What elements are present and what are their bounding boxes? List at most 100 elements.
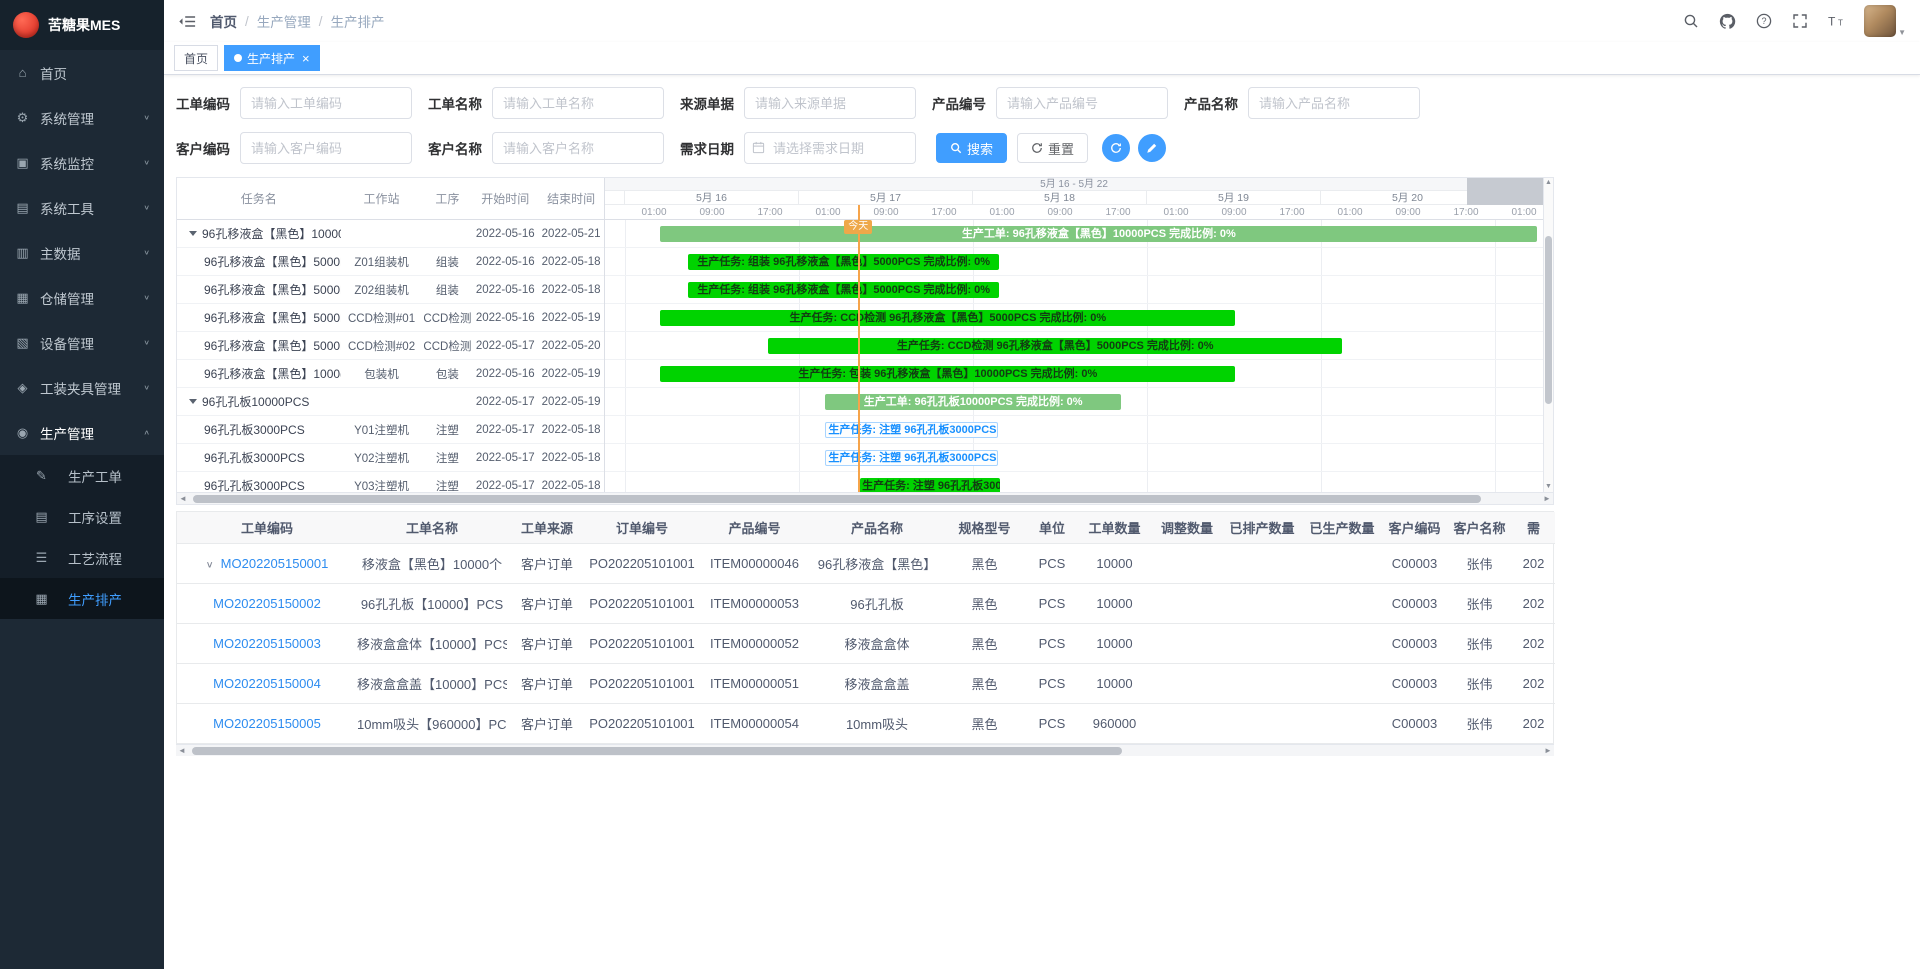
orders-cell: 客户订单	[507, 583, 587, 623]
scroll-up-arrow-icon[interactable]: ▲	[1544, 178, 1553, 188]
sidebar-item-5[interactable]: ▦仓储管理∨	[0, 275, 164, 320]
app-title: 苦糖果MES	[48, 15, 120, 35]
orders-row-3[interactable]: MO202205150004移液盒盒盖【10000】PCS客户订单PO20220…	[177, 663, 1555, 703]
text-input[interactable]	[240, 132, 412, 164]
fullscreen-icon[interactable]	[1792, 13, 1808, 29]
github-icon[interactable]	[1719, 13, 1736, 30]
date-input[interactable]	[744, 132, 916, 164]
text-input[interactable]	[240, 87, 412, 119]
filter-field: 工单编码	[176, 87, 412, 119]
gantt-task-row-4[interactable]: 96孔移液盒【黑色】5000FCCD检测#02CCD检测2022-05-1720…	[177, 332, 604, 360]
gantt-horizontal-scrollbar[interactable]: ◄ ►	[177, 492, 1553, 504]
sidebar-subitem-2[interactable]: ☰工艺流程	[0, 537, 164, 578]
breadcrumb-item-1[interactable]: 生产管理	[257, 11, 311, 31]
sidebar-toggle-icon[interactable]	[178, 14, 196, 29]
orders-row-4[interactable]: MO20220515000510mm吸头【960000】PCS客户订单PO202…	[177, 703, 1555, 743]
text-input[interactable]	[1248, 87, 1420, 119]
sidebar-subitem-1[interactable]: ▤工序设置	[0, 496, 164, 537]
edit-schedule-button[interactable]	[1138, 134, 1166, 162]
gantt-bar-1[interactable]: 生产任务: 组装 96孔移液盒【黑色】5000PCS 完成比例: 0%	[688, 254, 998, 270]
sidebar-item-0[interactable]: ⌂首页	[0, 50, 164, 95]
hour-label: 09:00	[1379, 205, 1437, 220]
orders-cell: PO202205101001	[587, 623, 697, 663]
sidebar-item-2[interactable]: ▣系统监控∨	[0, 140, 164, 185]
collapse-caret-icon[interactable]	[189, 231, 197, 236]
monitor-icon: ▣	[14, 155, 31, 171]
collapse-caret-icon[interactable]	[189, 399, 197, 404]
work-order-link[interactable]: MO202205150002	[213, 596, 321, 611]
work-order-link[interactable]: MO202205150004	[213, 676, 321, 691]
gantt-task-row-3[interactable]: 96孔移液盒【黑色】5000FCCD检测#01CCD检测2022-05-1620…	[177, 304, 604, 332]
horizontal-scrollbar-thumb[interactable]	[193, 495, 1481, 503]
gantt-bar-4[interactable]: 生产任务: CCD检测 96孔移液盒【黑色】5000PCS 完成比例: 0%	[768, 338, 1342, 354]
gantt-task-row-2[interactable]: 96孔移液盒【黑色】5000FZ02组装机组装2022-05-162022-05…	[177, 276, 604, 304]
avatar[interactable]	[1864, 5, 1896, 37]
sidebar-item-3[interactable]: ▤系统工具∨	[0, 185, 164, 230]
scroll-right-arrow-icon[interactable]: ►	[1542, 745, 1554, 756]
tab-0[interactable]: 首页	[174, 45, 218, 71]
task-end-time: 2022-05-19	[538, 396, 604, 408]
sidebar-item-1[interactable]: ⚙系统管理∨	[0, 95, 164, 140]
gantt-bar-7[interactable]: 生产任务: 注塑 96孔孔板3000PCS 完成	[825, 422, 998, 438]
gantt-task-row-9[interactable]: 96孔孔板3000PCSY03注塑机注塑2022-05-172022-05-18	[177, 472, 604, 492]
orders-row-1[interactable]: MO20220515000296孔孔板【10000】PCS客户订单PO20220…	[177, 583, 1555, 623]
task-name: 96孔移液盒【黑色】1000(	[177, 365, 341, 382]
sidebar-subitem-3[interactable]: ▦生产排产	[0, 578, 164, 619]
sync-schedule-button[interactable]	[1102, 134, 1130, 162]
sidebar-item-8[interactable]: ◉生产管理∧	[0, 410, 164, 455]
work-order-link[interactable]: MO202205150005	[213, 716, 321, 731]
text-input[interactable]	[492, 87, 664, 119]
font-size-icon[interactable]: TT	[1828, 13, 1846, 29]
search-icon[interactable]	[1683, 13, 1699, 29]
user-menu[interactable]: ▼	[1864, 5, 1906, 37]
reset-button[interactable]: 重置	[1017, 133, 1088, 163]
work-order-link[interactable]: MO202205150001	[221, 556, 329, 571]
gantt-bar-2[interactable]: 生产任务: 组装 96孔移液盒【黑色】5000PCS 完成比例: 0%	[688, 282, 998, 298]
tab-1[interactable]: 生产排产×	[224, 45, 320, 71]
close-icon[interactable]: ×	[302, 52, 310, 65]
work-order-link[interactable]: MO202205150003	[213, 636, 321, 651]
task-end-time: 2022-05-20	[538, 340, 604, 352]
orders-cell: 张伟	[1447, 583, 1512, 623]
gantt-task-row-1[interactable]: 96孔移液盒【黑色】5000FZ01组装机组装2022-05-162022-05…	[177, 248, 604, 276]
gantt-vertical-scrollbar[interactable]: ▲ ▼	[1543, 178, 1553, 492]
sidebar-item-6[interactable]: ▧设备管理∨	[0, 320, 164, 365]
text-input[interactable]	[492, 132, 664, 164]
scroll-down-arrow-icon[interactable]: ▼	[1544, 482, 1553, 492]
gantt-task-row-7[interactable]: 96孔孔板3000PCSY01注塑机注塑2022-05-172022-05-18	[177, 416, 604, 444]
gantt-bar-9[interactable]: 生产任务: 注塑 96孔孔板3000PCS 完成	[860, 478, 1000, 492]
day-lead	[605, 191, 625, 204]
gantt-task-row-6[interactable]: 96孔孔板10000PCS2022-05-172022-05-19	[177, 388, 604, 416]
orders-cell	[1222, 583, 1302, 623]
text-input[interactable]	[744, 87, 916, 119]
gantt-task-row-0[interactable]: 96孔移液盒【黑色】10000P(2022-05-162022-05-21	[177, 220, 604, 248]
orders-horizontal-scrollbar[interactable]: ◄ ►	[176, 744, 1554, 756]
help-icon[interactable]: ?	[1756, 13, 1772, 29]
scroll-left-arrow-icon[interactable]: ◄	[176, 745, 188, 756]
sidebar-item-4[interactable]: ▥主数据∨	[0, 230, 164, 275]
orders-row-0[interactable]: ∨MO202205150001移液盒【黑色】10000个客户订单PO202205…	[177, 543, 1555, 583]
gantt-bar-5[interactable]: 生产任务: 包装 96孔移液盒【黑色】10000PCS 完成比例: 0%	[660, 366, 1235, 382]
task-station: 包装机	[341, 366, 423, 382]
vertical-scrollbar-thumb[interactable]	[1545, 236, 1552, 404]
scroll-right-arrow-icon[interactable]: ►	[1541, 493, 1553, 504]
search-button[interactable]: 搜索	[936, 133, 1007, 163]
gantt-bar-0[interactable]: 生产工单: 96孔移液盒【黑色】10000PCS 完成比例: 0%	[660, 226, 1537, 242]
expand-caret-icon[interactable]: ∨	[206, 558, 214, 569]
horizontal-scrollbar-thumb[interactable]	[192, 747, 1122, 755]
orders-row-2[interactable]: MO202205150003移液盒盒体【10000】PCS客户订单PO20220…	[177, 623, 1555, 663]
gantt-bar-3[interactable]: 生产任务: CCD检测 96孔移液盒【黑色】5000PCS 完成比例: 0%	[660, 310, 1235, 326]
sidebar-item-7[interactable]: ◈工装夹具管理∨	[0, 365, 164, 410]
task-process: 组装	[422, 282, 472, 298]
app-logo[interactable]: 苦糖果MES	[0, 0, 164, 50]
gantt-bar-6[interactable]: 生产工单: 96孔孔板10000PCS 完成比例: 0%	[825, 394, 1120, 410]
breadcrumb-item-0[interactable]: 首页	[210, 11, 237, 31]
production-icon: ◉	[14, 425, 31, 441]
gantt-bar-8[interactable]: 生产任务: 注塑 96孔孔板3000PCS 完成	[825, 450, 998, 466]
gantt-task-row-5[interactable]: 96孔移液盒【黑色】1000(包装机包装2022-05-162022-05-19	[177, 360, 604, 388]
scroll-left-arrow-icon[interactable]: ◄	[177, 493, 189, 504]
orders-cell: ITEM00000051	[697, 663, 812, 703]
sidebar-subitem-0[interactable]: ✎生产工单	[0, 455, 164, 496]
gantt-task-row-8[interactable]: 96孔孔板3000PCSY02注塑机注塑2022-05-172022-05-18	[177, 444, 604, 472]
text-input[interactable]	[996, 87, 1168, 119]
